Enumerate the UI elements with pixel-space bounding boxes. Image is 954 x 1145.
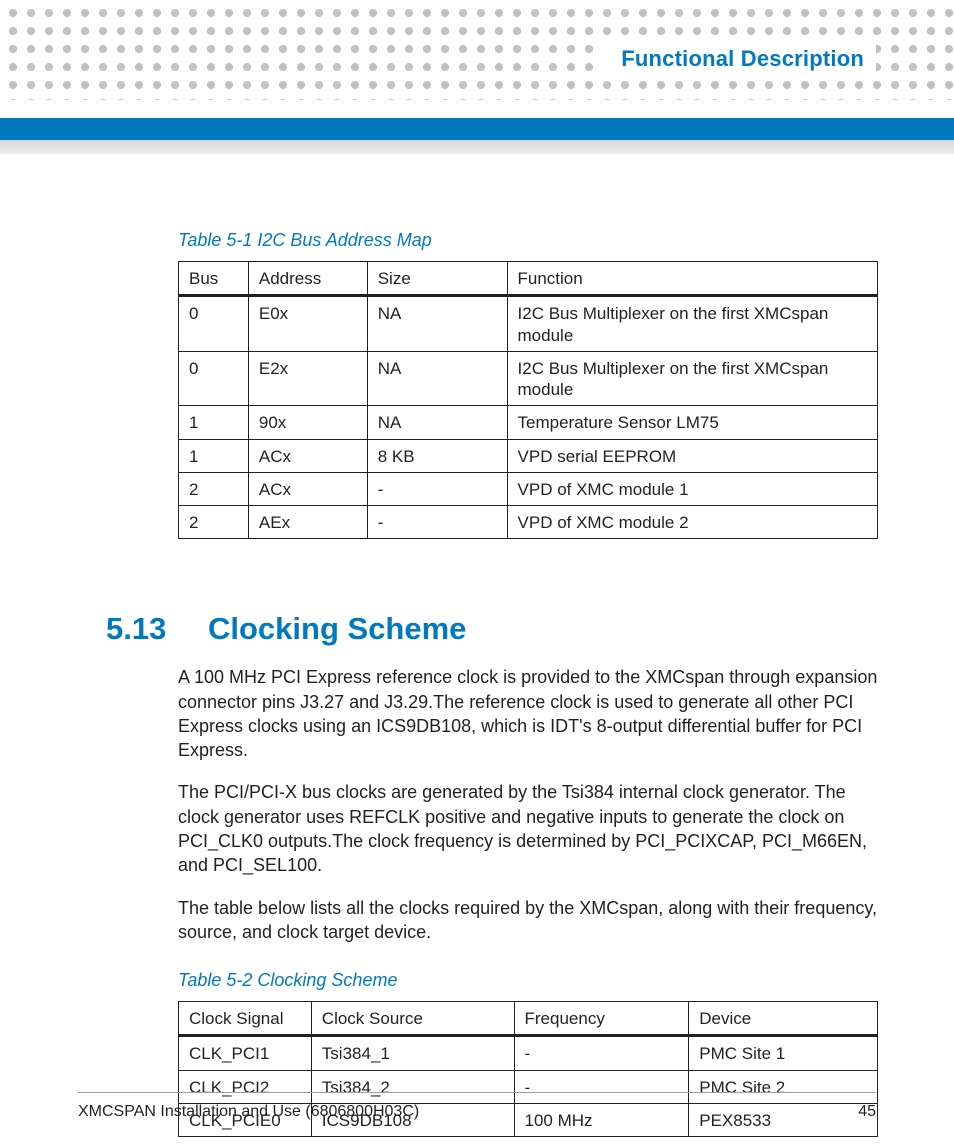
th-size: Size: [367, 262, 507, 296]
cell: NA: [367, 406, 507, 439]
cell: CLK_PCI1: [179, 1036, 312, 1070]
table-row: 1 ACx 8 KB VPD serial EEPROM: [179, 439, 878, 472]
table-i2c-bus-address-map: Bus Address Size Function 0 E0x NA I2C B…: [178, 261, 878, 539]
cell: VPD of XMC module 1: [507, 472, 877, 505]
table-header-row: Bus Address Size Function: [179, 262, 878, 296]
cell: -: [367, 472, 507, 505]
th-frequency: Frequency: [514, 1002, 689, 1036]
chapter-title: Functional Description: [601, 44, 876, 74]
cell: AEx: [248, 506, 367, 539]
cell: Tsi384_1: [311, 1036, 514, 1070]
cell: ACx: [248, 472, 367, 505]
page-content: Table 5-1 I2C Bus Address Map Bus Addres…: [178, 230, 878, 1075]
table-row: 1 90x NA Temperature Sensor LM75: [179, 406, 878, 439]
footer-doc-title: XMCSPAN Installation and Use (6806800H03…: [78, 1103, 419, 1121]
cell: 0: [179, 296, 249, 352]
th-function: Function: [507, 262, 877, 296]
th-clock-signal: Clock Signal: [179, 1002, 312, 1036]
cell: 1: [179, 406, 249, 439]
cell: NA: [367, 296, 507, 352]
table-header-row: Clock Signal Clock Source Frequency Devi…: [179, 1002, 878, 1036]
cell: -: [367, 506, 507, 539]
footer-page-number: 45: [858, 1103, 876, 1121]
section-number: 5.13: [106, 611, 178, 647]
cell: 1: [179, 439, 249, 472]
table-row: 0 E2x NA I2C Bus Multiplexer on the firs…: [179, 351, 878, 406]
page-footer: XMCSPAN Installation and Use (6806800H03…: [78, 1092, 876, 1121]
cell: 90x: [248, 406, 367, 439]
section-clocking-scheme: 5.13 Clocking Scheme A 100 MHz PCI Expre…: [178, 611, 878, 1137]
th-bus: Bus: [179, 262, 249, 296]
table-row: CLK_PCI1 Tsi384_1 - PMC Site 1: [179, 1036, 878, 1070]
table-row: 2 ACx - VPD of XMC module 1: [179, 472, 878, 505]
cell: -: [514, 1036, 689, 1070]
cell: Temperature Sensor LM75: [507, 406, 877, 439]
cell: VPD serial EEPROM: [507, 439, 877, 472]
th-device: Device: [689, 1002, 878, 1036]
th-clock-source: Clock Source: [311, 1002, 514, 1036]
cell: 0: [179, 351, 249, 406]
paragraph: The table below lists all the clocks req…: [178, 896, 878, 945]
cell: E2x: [248, 351, 367, 406]
table-1-caption: Table 5-1 I2C Bus Address Map: [178, 230, 878, 251]
cell: I2C Bus Multiplexer on the first XMCspan…: [507, 296, 877, 352]
paragraph: A 100 MHz PCI Express reference clock is…: [178, 665, 878, 762]
paragraph: The PCI/PCI-X bus clocks are generated b…: [178, 780, 878, 877]
table-2-caption: Table 5-2 Clocking Scheme: [178, 970, 878, 991]
table-row: 0 E0x NA I2C Bus Multiplexer on the firs…: [179, 296, 878, 352]
section-heading: 5.13 Clocking Scheme: [178, 611, 878, 647]
cell: VPD of XMC module 2: [507, 506, 877, 539]
th-address: Address: [248, 262, 367, 296]
table-row: 2 AEx - VPD of XMC module 2: [179, 506, 878, 539]
cell: 2: [179, 506, 249, 539]
cell: ACx: [248, 439, 367, 472]
cell: E0x: [248, 296, 367, 352]
cell: NA: [367, 351, 507, 406]
cell: 8 KB: [367, 439, 507, 472]
header-blue-bar: [0, 118, 954, 140]
cell: 2: [179, 472, 249, 505]
header-grey-bar: [0, 140, 954, 154]
section-title: Clocking Scheme: [208, 611, 466, 647]
cell: I2C Bus Multiplexer on the first XMCspan…: [507, 351, 877, 406]
cell: PMC Site 1: [689, 1036, 878, 1070]
